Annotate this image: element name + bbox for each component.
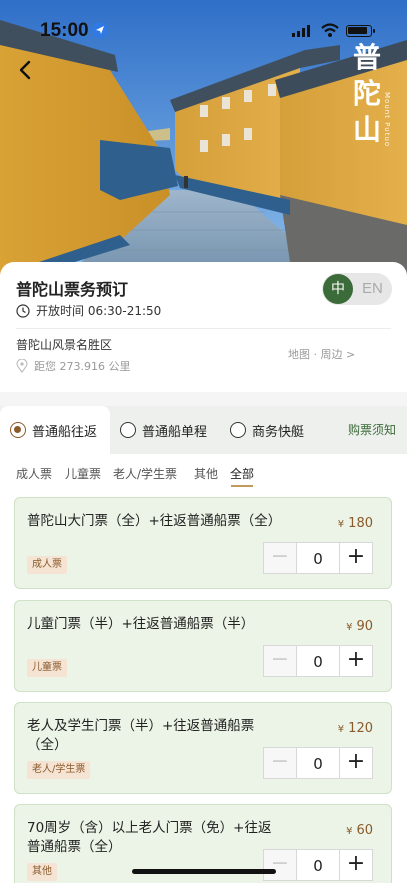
lang-zh-option[interactable]: 中 [323, 274, 353, 304]
wifi-icon [321, 23, 339, 37]
ticket-price: ¥120 [338, 721, 373, 736]
quantity-stepper: − 0 + [263, 747, 373, 779]
filter-other[interactable]: 其他 [194, 465, 218, 482]
calligraphy-title: 普 陀 山 [350, 40, 384, 148]
status-bar: 15:00 [0, 0, 407, 58]
decrease-button[interactable]: − [263, 542, 297, 574]
quantity-value: 0 [297, 747, 339, 779]
location-arrow-icon [92, 22, 108, 38]
currency-symbol: ¥ [346, 826, 353, 837]
currency-symbol: ¥ [346, 622, 353, 633]
language-toggle[interactable]: 中 EN [322, 273, 392, 305]
filter-child[interactable]: 儿童票 [65, 465, 101, 482]
map-nearby-link[interactable]: 地图 · 周边 > [288, 346, 355, 362]
quantity-stepper: − 0 + [263, 645, 373, 677]
price-value: 120 [348, 721, 373, 736]
quantity-stepper: − 0 + [263, 849, 373, 881]
ticket-name: 老人及学生门票（半）+往返普通船票（全） [27, 718, 255, 753]
back-arrow-icon[interactable] [14, 58, 38, 82]
quantity-value: 0 [297, 645, 339, 677]
decrease-button[interactable]: − [263, 747, 297, 779]
purchase-notice-link[interactable]: 购票须知 [348, 406, 396, 454]
opening-hours-text: 开放时间 06:30-21:50 [36, 304, 162, 318]
radio-selected-icon [10, 422, 26, 438]
tab-one-way[interactable]: 普通船单程 [120, 406, 207, 454]
ticket-type-badge: 其他 [27, 863, 57, 881]
location-pin-icon [16, 359, 28, 373]
app-screen: 15:00 普 陀 山 Mount Putuo 普陀山票务预订 中 EN 开放时… [0, 0, 407, 883]
filter-all[interactable]: 全部 [230, 465, 254, 487]
cellular-signal-icon [292, 25, 310, 37]
increase-button[interactable]: + [339, 645, 373, 677]
decrease-button[interactable]: − [263, 849, 297, 881]
quantity-stepper: − 0 + [263, 542, 373, 574]
divider [16, 328, 391, 329]
tab-label: 普通船单程 [142, 424, 208, 440]
price-value: 180 [348, 516, 373, 531]
ticket-type-badge: 儿童票 [27, 659, 67, 677]
lang-en-option[interactable]: EN [362, 273, 383, 305]
ticket-card: 儿童门票（半）+往返普通船票（半） ¥90 儿童票 − 0 + [14, 600, 392, 692]
ticket-name: 普陀山大门票（全）+往返普通船票（全） [27, 513, 282, 529]
ticket-card: 普陀山大门票（全）+往返普通船票（全） ¥180 成人票 − 0 + [14, 497, 392, 589]
ticket-name: 儿童门票（半）+往返普通船票（半） [27, 616, 255, 632]
increase-button[interactable]: + [339, 849, 373, 881]
tab-round-trip[interactable]: 普通船往返 [0, 406, 110, 454]
increase-button[interactable]: + [339, 747, 373, 779]
ticket-list: 普陀山大门票（全）+往返普通船票（全） ¥180 成人票 − 0 + 儿童门票（… [0, 494, 407, 883]
distance-text: 距您 273.916 公里 [34, 360, 131, 373]
radio-unselected-icon [120, 422, 136, 438]
clock-icon [16, 303, 30, 318]
ticket-price: ¥60 [346, 823, 373, 838]
radio-unselected-icon [230, 422, 246, 438]
ticket-type-badge: 老人/学生票 [27, 761, 91, 779]
home-indicator[interactable] [132, 869, 276, 874]
quantity-value: 0 [297, 849, 339, 881]
scenic-area-name: 普陀山风景名胜区 [16, 338, 113, 352]
ticket-card: 老人及学生门票（半）+往返普通船票（全） ¥120 老人/学生票 − 0 + [14, 702, 392, 794]
tab-label: 普通船往返 [32, 424, 98, 440]
calligraphy-subtitle: Mount Putuo [383, 92, 391, 148]
opening-hours: 开放时间 06:30-21:50 [16, 302, 161, 319]
status-time: 15:00 [40, 20, 89, 41]
tab-speedboat[interactable]: 商务快艇 [230, 406, 304, 454]
price-value: 90 [356, 619, 373, 634]
currency-symbol: ¥ [337, 519, 345, 530]
ticket-name: 70周岁（含）以上老人门票（免）+往返普通船票（全） [27, 820, 272, 855]
currency-symbol: ¥ [337, 724, 345, 735]
route-tabs: 普通船往返 普通船单程 商务快艇 购票须知 [0, 406, 407, 454]
battery-icon [346, 25, 375, 37]
quantity-value: 0 [297, 542, 339, 574]
filter-senior-student[interactable]: 老人/学生票 [113, 465, 177, 482]
tab-label: 商务快艇 [252, 424, 305, 440]
page-title: 普陀山票务预订 [16, 280, 129, 299]
ticket-price: ¥90 [346, 619, 373, 634]
ticket-price: ¥180 [338, 516, 373, 531]
calligraphy-char: 陀 [352, 77, 381, 110]
ticket-type-badge: 成人票 [27, 556, 67, 574]
calligraphy-char: 山 [352, 113, 381, 146]
info-card: 普陀山票务预订 中 EN 开放时间 06:30-21:50 普陀山风景名胜区 距… [0, 262, 407, 392]
filter-adult[interactable]: 成人票 [16, 465, 52, 482]
decrease-button[interactable]: − [263, 645, 297, 677]
price-value: 60 [356, 823, 373, 838]
distance: 距您 273.916 公里 [16, 358, 130, 374]
calligraphy-char: 普 [352, 41, 381, 74]
increase-button[interactable]: + [339, 542, 373, 574]
ticket-filters: 成人票 儿童票 老人/学生票 其他 全部 [0, 454, 407, 494]
